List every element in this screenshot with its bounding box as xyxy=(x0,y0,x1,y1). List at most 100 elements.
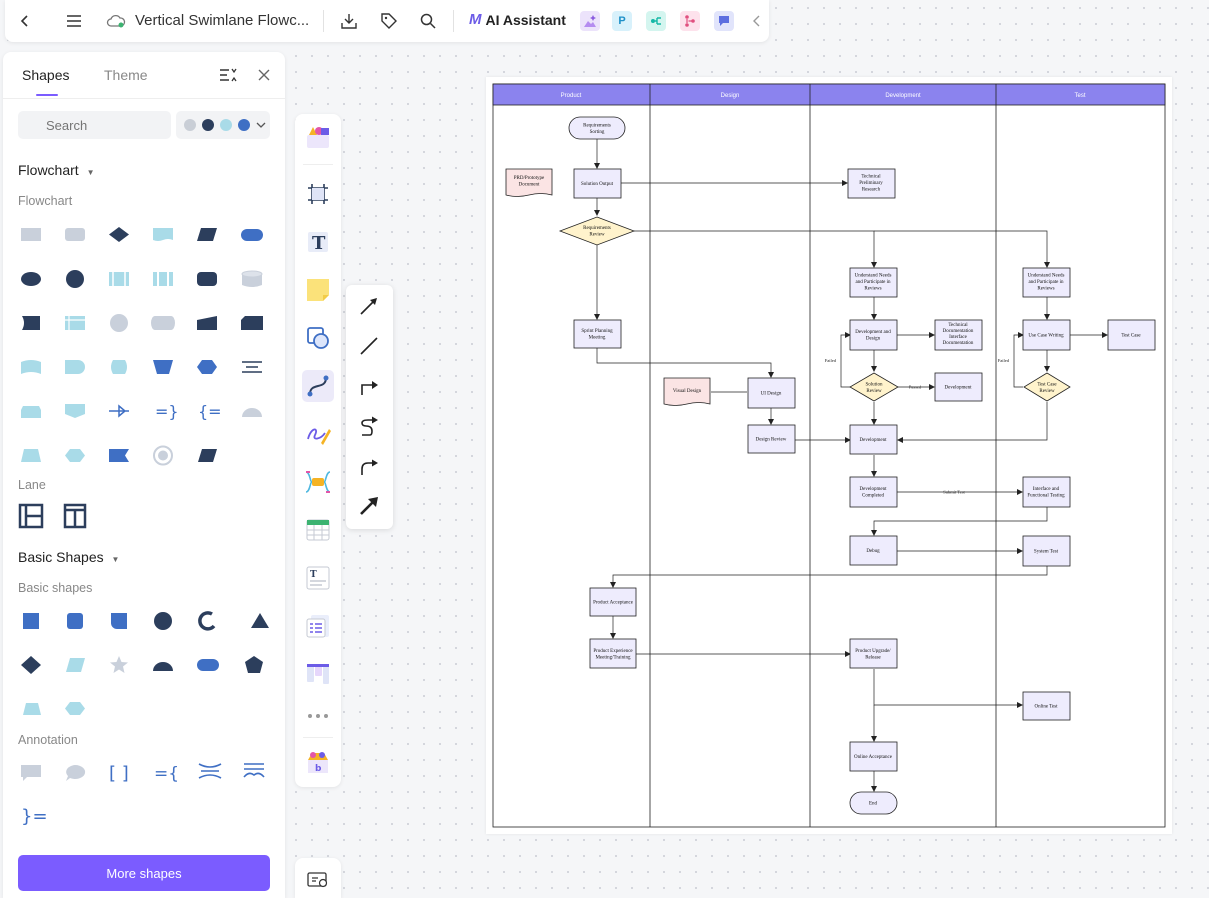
table-tool-icon[interactable] xyxy=(302,514,334,546)
canvas-sheet[interactable]: Product Design Development Test Requirem… xyxy=(486,77,1172,834)
rounded-elbow-arrow-icon[interactable] xyxy=(358,455,380,477)
shape-search-input[interactable] xyxy=(18,111,171,139)
text-block-tool-icon[interactable]: T xyxy=(302,562,334,594)
edge-label-submit-test: Submit Test xyxy=(943,490,965,495)
node-text: Test Case xyxy=(1121,334,1141,339)
tab-shapes[interactable]: Shapes xyxy=(22,67,69,83)
node-text: Development and xyxy=(855,330,891,335)
lane-shapes[interactable] xyxy=(18,502,98,532)
shape-data[interactable] xyxy=(197,228,217,241)
cloud-saved-icon xyxy=(104,9,128,33)
color-theme-picker[interactable] xyxy=(176,111,270,139)
connector-tool-icon[interactable] xyxy=(302,370,334,402)
swimlane-diagram[interactable]: Product Design Development Test Requirem… xyxy=(486,77,1172,834)
shape-filled-circle xyxy=(154,612,172,630)
more-tools-icon[interactable] xyxy=(302,700,334,732)
shape-decision[interactable] xyxy=(109,227,129,242)
shape-ellipse xyxy=(21,272,41,286)
sticky-note-icon[interactable] xyxy=(302,274,334,306)
subsection-lane: Lane xyxy=(18,478,46,492)
node-text: Online Acceptance xyxy=(854,755,893,760)
node-text: Release xyxy=(865,656,881,661)
subsection-basic-shapes: Basic shapes xyxy=(18,581,93,595)
ai-logo-icon: M xyxy=(469,11,482,28)
color-swatch xyxy=(238,119,250,131)
node-text: Technical xyxy=(861,175,881,180)
shape-tool-icon[interactable] xyxy=(302,322,334,354)
node-text: Reviews xyxy=(1037,287,1054,292)
list-template-icon[interactable] xyxy=(302,610,334,642)
search-icon[interactable] xyxy=(416,9,440,33)
shape-delay xyxy=(22,316,40,330)
node-text: Visual Design xyxy=(673,389,702,394)
chat-app-icon[interactable] xyxy=(714,11,734,31)
node-text: Development xyxy=(945,386,973,391)
mindmap-tool-icon[interactable] xyxy=(302,466,334,498)
node-text: Product Acceptance xyxy=(593,601,634,606)
tag-icon[interactable] xyxy=(377,9,401,33)
kanban-template-icon[interactable] xyxy=(302,658,334,690)
plugin-box-icon[interactable]: b xyxy=(302,746,334,778)
annotation-shapes-grid[interactable]: [ ] ={ }= xyxy=(18,757,273,837)
text-tool-icon[interactable]: T xyxy=(302,226,334,258)
tab-theme[interactable]: Theme xyxy=(104,67,148,83)
flowchart-shapes-grid[interactable]: =} {= xyxy=(18,220,273,470)
frame-tool-icon[interactable] xyxy=(302,178,334,210)
download-icon[interactable] xyxy=(337,9,361,33)
node-text: Solution xyxy=(866,383,883,388)
menu-icon[interactable] xyxy=(62,9,86,33)
back-icon[interactable] xyxy=(13,9,37,33)
shape-annotation-lines xyxy=(242,361,262,373)
elbow-arrow-icon[interactable] xyxy=(358,375,380,397)
node-text: Requirements xyxy=(583,226,611,231)
shape-or xyxy=(109,404,129,418)
basic-shapes-grid[interactable] xyxy=(18,607,273,727)
section-basic-shapes[interactable]: Basic Shapes ▼ xyxy=(18,549,119,565)
shape-trapezoid-basic xyxy=(23,703,41,715)
node-text: Meeting/Training xyxy=(595,656,631,661)
node-text: Product Experience xyxy=(593,649,633,654)
straight-arrow-icon[interactable] xyxy=(358,295,380,317)
shape-process[interactable] xyxy=(21,228,41,241)
straight-line-icon[interactable] xyxy=(358,335,380,357)
panel-settings-icon[interactable] xyxy=(219,67,237,85)
shape-callout-round xyxy=(66,764,86,781)
section-flowchart-label: Flowchart xyxy=(18,162,79,178)
node-text: Completed xyxy=(862,494,884,499)
color-swatch xyxy=(202,119,214,131)
node-text: Review xyxy=(1039,389,1055,394)
close-icon[interactable] xyxy=(257,68,271,82)
node-text: Sprint Planning xyxy=(581,329,613,334)
pen-tool-icon[interactable] xyxy=(302,418,334,450)
shape-target xyxy=(153,445,173,466)
top-toolbar: Vertical Swimlane Flowc... M AI Assistan… xyxy=(5,0,769,42)
bottom-toolbar xyxy=(295,858,341,898)
node-sprint-planning xyxy=(573,319,622,349)
shape-rounded-process[interactable] xyxy=(65,228,85,241)
shape-brace-annotation: ={ xyxy=(154,764,179,784)
org-chart-app-icon[interactable] xyxy=(680,11,700,31)
shape-hexagon-basic xyxy=(65,702,85,715)
edge-label-passed: Passed xyxy=(909,385,922,390)
shape-document[interactable] xyxy=(153,228,173,241)
shape-hexagon xyxy=(65,449,85,462)
lane-development-header: Development xyxy=(885,93,921,99)
presentation-app-icon[interactable]: P xyxy=(612,11,632,31)
minimap-icon[interactable] xyxy=(307,872,329,893)
shapes-library-icon[interactable] xyxy=(302,121,334,153)
more-shapes-button[interactable]: More shapes xyxy=(18,855,270,891)
vertical-toolbar: T T b xyxy=(295,114,341,787)
collapse-left-icon[interactable] xyxy=(745,9,769,33)
lane-test-header: Test xyxy=(1074,93,1085,99)
node-interface-testing xyxy=(1022,476,1071,508)
curved-elbow-arrow-icon[interactable] xyxy=(358,415,380,437)
ai-assistant-button[interactable]: M AI Assistant xyxy=(469,11,566,28)
mindmap-app-icon[interactable] xyxy=(646,11,666,31)
bold-arrow-icon[interactable] xyxy=(358,495,380,517)
node-text: Reviews xyxy=(864,287,881,292)
shape-terminator[interactable] xyxy=(241,229,263,241)
document-title[interactable]: Vertical Swimlane Flowc... xyxy=(135,12,309,29)
shape-pill xyxy=(197,659,219,671)
ai-image-icon[interactable] xyxy=(580,11,600,31)
section-flowchart[interactable]: Flowchart ▼ xyxy=(18,162,95,178)
